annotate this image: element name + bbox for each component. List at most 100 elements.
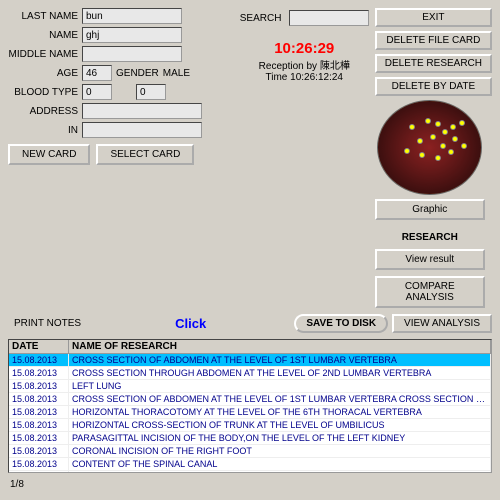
image-dot — [409, 124, 415, 130]
left-panel: LAST NAME NAME MIDDLE NAME AGE GENDER MA… — [8, 8, 234, 308]
image-dot — [404, 148, 410, 154]
image-dot — [461, 143, 467, 149]
search-row: SEARCH — [240, 10, 369, 26]
cell-date: 15.08.2013 — [9, 354, 69, 366]
view-result-button[interactable]: View result — [375, 249, 485, 270]
address-input[interactable] — [82, 103, 202, 119]
cell-name: PARASAGITTAL INCISION OF THE BODY,ON THE… — [69, 432, 491, 444]
middle-name-label: MIDDLE NAME — [8, 49, 78, 60]
table-row[interactable]: 15.08.2013CORONAL INCISION OF THE RIGHT … — [9, 445, 491, 458]
blood-type-input[interactable] — [82, 84, 112, 100]
new-card-button[interactable]: NEW CARD — [8, 144, 90, 165]
image-dot — [419, 152, 425, 158]
blood-rh-input[interactable] — [136, 84, 166, 100]
cell-name: CROSS SECTION OF ABDOMEN AT THE LEVEL OF… — [69, 393, 491, 405]
cell-date: 15.08.2013 — [9, 406, 69, 418]
select-card-button[interactable]: SELECT CARD — [96, 144, 194, 165]
col-date-header: DATE — [9, 340, 69, 353]
cell-date: 15.08.2013 — [9, 432, 69, 444]
right-panel: EXIT DELETE FILE CARD DELETE RESEARCH DE… — [375, 8, 492, 308]
cell-name: ARTERIAL WILLIS RING,VIEW FROM THE TOP — [69, 471, 491, 473]
blood-label: BLOOD TYPE — [8, 87, 78, 98]
image-panel: Graphic RESEARCH View result COMPARE ANA… — [375, 100, 485, 308]
time-local: Time 10:26:12:24 — [266, 72, 343, 83]
name-label: NAME — [8, 30, 78, 41]
in-input[interactable] — [82, 122, 202, 138]
middle-name-input[interactable] — [82, 46, 182, 62]
table-row[interactable]: 15.08.2013CROSS SECTION OF ABDOMEN AT TH… — [9, 354, 491, 367]
age-input[interactable] — [82, 65, 112, 81]
gender-value: MALE — [163, 68, 190, 79]
page-info: 1/8 — [10, 479, 24, 490]
cell-date: 15.08.2013 — [9, 419, 69, 431]
table-row[interactable]: 15.08.2013CONTENT OF THE SPINAL CANAL — [9, 458, 491, 471]
cell-date: 15.08.2013 — [9, 471, 69, 473]
image-dot — [435, 155, 441, 161]
table-header: DATE NAME OF RESEARCH — [9, 340, 491, 354]
cell-name: LEFT LUNG — [69, 380, 491, 392]
middle-name-row: MIDDLE NAME — [8, 46, 234, 62]
table-row[interactable]: 15.08.2013ARTERIAL WILLIS RING,VIEW FROM… — [9, 471, 491, 473]
image-dot — [435, 121, 441, 127]
search-label: SEARCH — [240, 13, 285, 24]
cell-name: HORIZONTAL CROSS-SECTION OF TRUNK AT THE… — [69, 419, 491, 431]
name-input[interactable] — [82, 27, 182, 43]
last-name-input[interactable] — [82, 8, 182, 24]
research-label: RESEARCH — [402, 232, 458, 243]
main-container: LAST NAME NAME MIDDLE NAME AGE GENDER MA… — [0, 0, 500, 500]
cell-date: 15.08.2013 — [9, 458, 69, 470]
image-dot — [442, 129, 448, 135]
print-notes-label: PRINT NOTES — [8, 316, 87, 331]
time-display: 10:26:29 — [274, 40, 334, 57]
table-row[interactable]: 15.08.2013HORIZONTAL CROSS-SECTION OF TR… — [9, 419, 491, 432]
medical-image-inner — [378, 101, 481, 194]
gender-label: GENDER — [116, 68, 159, 79]
reception-text: Reception by 陳北樺 — [259, 57, 350, 72]
search-input[interactable] — [289, 10, 369, 26]
compare-analysis-button[interactable]: COMPARE ANALYSIS — [375, 276, 485, 308]
image-dot — [440, 143, 446, 149]
delete-by-date-button[interactable]: DELETE BY DATE — [375, 77, 492, 96]
view-analysis-button[interactable]: VIEW ANALYSIS — [392, 314, 492, 333]
image-dot — [425, 118, 431, 124]
exit-button[interactable]: EXIT — [375, 8, 492, 27]
action-buttons: NEW CARD SELECT CARD — [8, 141, 234, 168]
image-dot — [450, 124, 456, 130]
address-row: ADDRESS — [8, 103, 234, 119]
image-dot — [430, 134, 436, 140]
age-label: AGE — [8, 68, 78, 79]
name-row: NAME — [8, 27, 234, 43]
col-name-header: NAME OF RESEARCH — [69, 340, 491, 353]
in-label: IN — [8, 125, 78, 136]
blood-row: BLOOD TYPE — [8, 84, 234, 100]
cell-date: 15.08.2013 — [9, 445, 69, 457]
image-dot — [459, 120, 465, 126]
in-row: IN — [8, 122, 234, 138]
save-to-disk-button[interactable]: SAVE TO DISK — [294, 314, 388, 333]
graphic-button[interactable]: Graphic — [375, 199, 485, 220]
table-row[interactable]: 15.08.2013CROSS SECTION OF ABDOMEN AT TH… — [9, 393, 491, 406]
cell-name: CROSS SECTION THROUGH ABDOMEN AT THE LEV… — [69, 367, 491, 379]
footer-row: 1/8 — [8, 477, 492, 492]
cell-date: 15.08.2013 — [9, 393, 69, 405]
delete-research-button[interactable]: DELETE RESEARCH — [375, 54, 492, 73]
medical-image — [377, 100, 482, 195]
table-row[interactable]: 15.08.2013CROSS SECTION THROUGH ABDOMEN … — [9, 367, 491, 380]
image-dot — [417, 138, 423, 144]
table-row[interactable]: 15.08.2013HORIZONTAL THORACOTOMY AT THE … — [9, 406, 491, 419]
cell-date: 15.08.2013 — [9, 367, 69, 379]
age-gender-row: AGE GENDER MALE — [8, 65, 234, 81]
delete-file-card-button[interactable]: DELETE FILE CARD — [375, 31, 492, 50]
image-dot — [448, 149, 454, 155]
cell-name: HORIZONTAL THORACOTOMY AT THE LEVEL OF T… — [69, 406, 491, 418]
table-row[interactable]: 15.08.2013PARASAGITTAL INCISION OF THE B… — [9, 432, 491, 445]
last-name-row: LAST NAME — [8, 8, 234, 24]
top-section: LAST NAME NAME MIDDLE NAME AGE GENDER MA… — [8, 8, 492, 308]
table-row[interactable]: 15.08.2013LEFT LUNG — [9, 380, 491, 393]
image-dot — [452, 136, 458, 142]
click-text: Click — [91, 316, 290, 331]
toolbar-section: PRINT NOTES Click SAVE TO DISK VIEW ANAL… — [8, 312, 492, 335]
cell-name: CROSS SECTION OF ABDOMEN AT THE LEVEL OF… — [69, 354, 491, 366]
table-section: DATE NAME OF RESEARCH 15.08.2013CROSS SE… — [8, 339, 492, 473]
table-body: 15.08.2013CROSS SECTION OF ABDOMEN AT TH… — [9, 354, 491, 473]
